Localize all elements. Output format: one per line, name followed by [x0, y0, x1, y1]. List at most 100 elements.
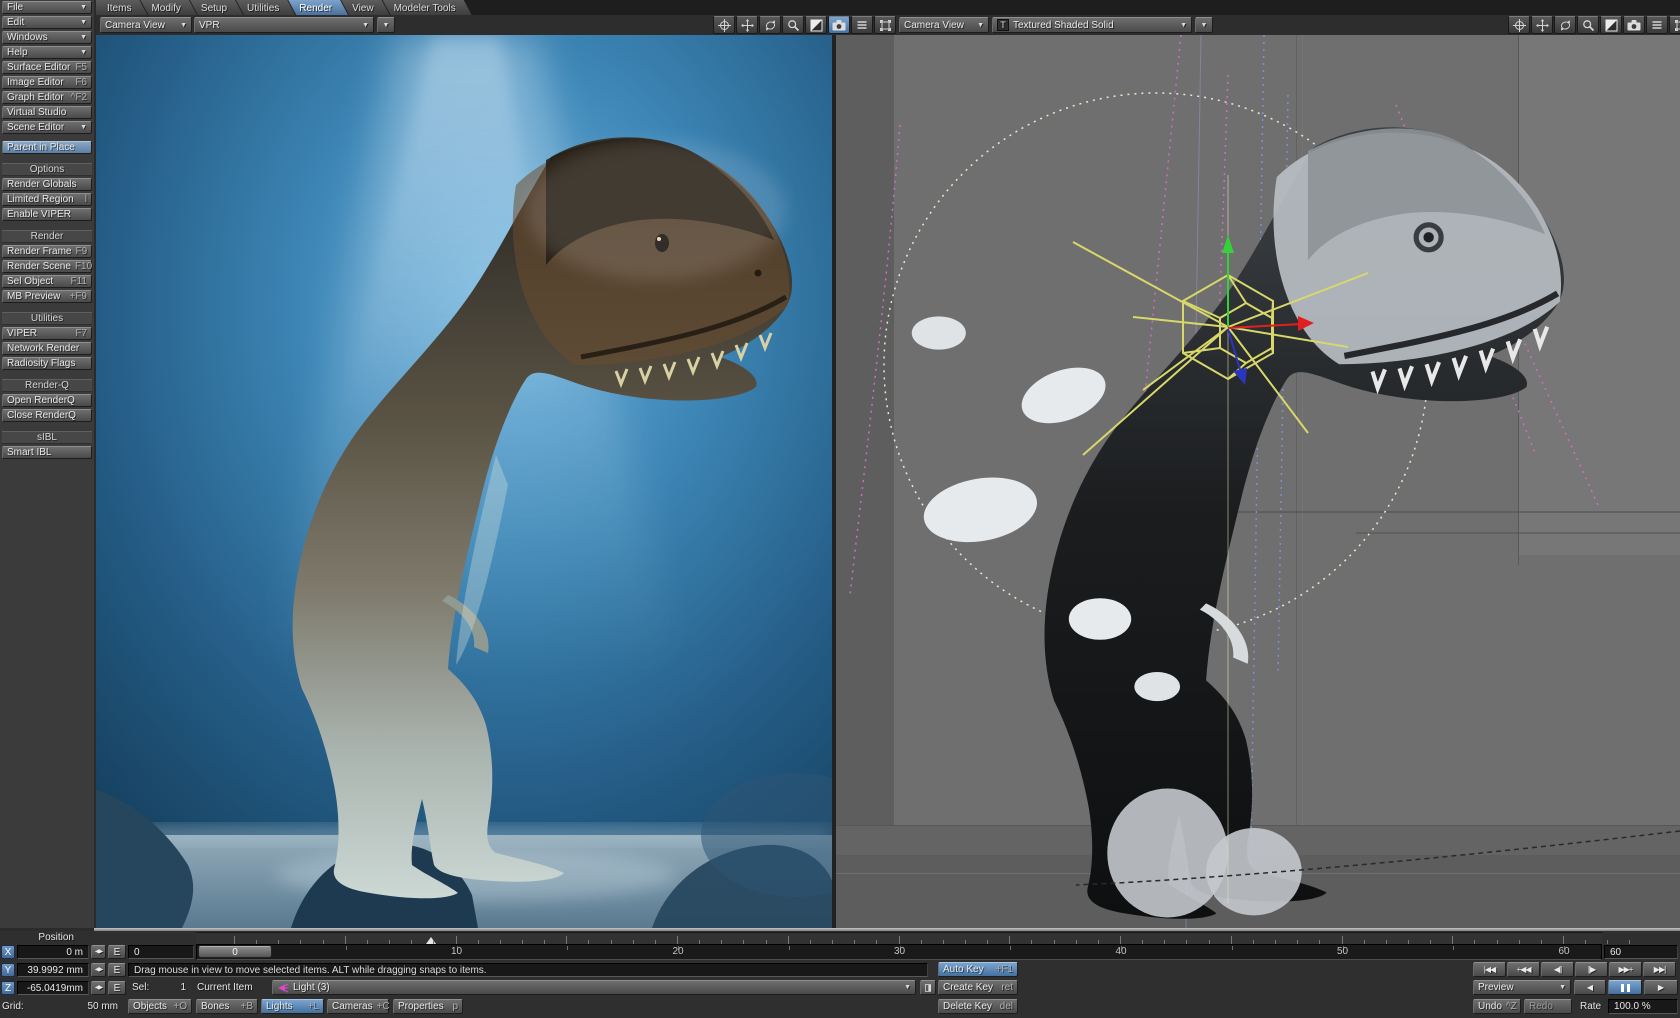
- x-axis-toggle[interactable]: X: [1, 945, 15, 959]
- create-key-button[interactable]: Create Key ret: [938, 980, 1018, 995]
- sidebar-item-scene-editor[interactable]: Scene Editor▼: [2, 121, 92, 134]
- zoom-icon[interactable]: [782, 16, 804, 34]
- sidebar-item-enable-viper[interactable]: Enable VIPER: [2, 208, 92, 221]
- center-icon[interactable]: [1508, 16, 1530, 34]
- item-list-button[interactable]: [920, 980, 936, 995]
- sidebar-item-image-editor[interactable]: Image EditorF6: [2, 76, 92, 89]
- z-spinner[interactable]: ◀▶: [91, 981, 106, 995]
- move-icon[interactable]: [736, 16, 758, 34]
- x-position-field[interactable]: 0 m: [17, 945, 89, 959]
- section-label-render: Render: [2, 230, 92, 243]
- item-button-properties[interactable]: Propertiesp: [393, 999, 463, 1014]
- rotate-icon[interactable]: [1554, 16, 1576, 34]
- camera-icon[interactable]: [1623, 16, 1645, 34]
- menu-windows[interactable]: Windows▼: [2, 31, 92, 44]
- item-button-cameras[interactable]: Cameras+C: [327, 999, 389, 1014]
- tab-view[interactable]: View: [341, 0, 390, 15]
- menu-file[interactable]: File▼: [2, 1, 92, 14]
- tab-modify[interactable]: Modify: [140, 0, 196, 15]
- center-icon[interactable]: [713, 16, 735, 34]
- y-axis-toggle[interactable]: Y: [1, 963, 15, 977]
- auto-key-button[interactable]: Auto Key +F1: [938, 962, 1018, 977]
- redo-button[interactable]: Redo: [1524, 999, 1572, 1014]
- slider-tick: [789, 946, 790, 950]
- maximize-icon[interactable]: [1600, 16, 1622, 34]
- play-backward-button[interactable]: ◀: [1574, 980, 1606, 995]
- sidebar-item-viper[interactable]: VIPERF7: [2, 327, 92, 340]
- go-first-button[interactable]: |◀◀: [1473, 962, 1506, 977]
- item-button-lights[interactable]: Lights+L: [261, 999, 324, 1014]
- item-button-objects[interactable]: Objects+O: [128, 999, 192, 1014]
- chevron-down-icon: ▼: [75, 17, 87, 28]
- section-label-render-q: Render-Q: [2, 379, 92, 392]
- undo-button[interactable]: Undo ^Z: [1473, 999, 1521, 1014]
- sidebar-item-radiosity-flags[interactable]: Radiosity Flags: [2, 357, 92, 370]
- z-envelope-button[interactable]: E: [108, 981, 126, 995]
- pause-button[interactable]: [1608, 980, 1642, 995]
- maximize-icon[interactable]: [805, 16, 827, 34]
- sidebar-item-render-frame[interactable]: Render FrameF9: [2, 245, 92, 258]
- right-view-type-dropdown[interactable]: Camera View ▼: [899, 17, 989, 33]
- sidebar-item-network-render[interactable]: Network Render: [2, 342, 92, 355]
- tab-render[interactable]: Render: [288, 0, 348, 15]
- tab-setup[interactable]: Setup: [190, 0, 243, 15]
- camera-icon[interactable]: [828, 16, 850, 34]
- bounds-icon[interactable]: [1669, 16, 1680, 34]
- x-spinner[interactable]: ◀▶: [91, 945, 106, 959]
- end-frame-field[interactable]: 60: [1604, 945, 1678, 959]
- sidebar-item-surface-editor[interactable]: Surface EditorF5: [2, 61, 92, 74]
- sidebar-item-graph-editor[interactable]: Graph Editor^F2: [2, 91, 92, 104]
- vpr-camera-viewport[interactable]: [96, 35, 832, 928]
- right-viewport-toolbar: [1508, 16, 1680, 34]
- rotate-icon[interactable]: [759, 16, 781, 34]
- sidebar-item-render-globals[interactable]: Render Globals: [2, 178, 92, 191]
- right-viewport-options-button[interactable]: ▼: [1195, 17, 1213, 33]
- sidebar-item-render-scene[interactable]: Render SceneF10: [2, 260, 92, 273]
- next-key-button[interactable]: ▶▶+: [1609, 962, 1642, 977]
- sidebar-item-smart-ibl[interactable]: Smart IBL: [2, 446, 92, 459]
- sidebar-item-limited-region[interactable]: Limited Regionl: [2, 193, 92, 206]
- sidebar-item-open-renderq[interactable]: Open RenderQ: [2, 394, 92, 407]
- go-last-button[interactable]: ▶▶|: [1643, 962, 1676, 977]
- bounds-icon[interactable]: [874, 16, 896, 34]
- tab-modeler-tools[interactable]: Modeler Tools: [383, 0, 472, 15]
- prev-key-button[interactable]: +◀◀: [1507, 962, 1540, 977]
- timeline-handle[interactable]: 0: [198, 946, 272, 958]
- left-render-mode-dropdown[interactable]: VPR ▼: [194, 17, 374, 33]
- step-back-button[interactable]: ◀||: [1541, 962, 1574, 977]
- left-view-type-dropdown[interactable]: Camera View ▼: [100, 17, 192, 33]
- step-forward-button[interactable]: ||▶: [1575, 962, 1608, 977]
- zoom-icon[interactable]: [1577, 16, 1599, 34]
- timeline-slider[interactable]: 0 102030405060: [196, 944, 1602, 960]
- delete-key-button[interactable]: Delete Key del: [938, 999, 1018, 1014]
- z-axis-toggle[interactable]: Z: [1, 981, 15, 995]
- sidebar-item-virtual-studio[interactable]: Virtual Studio: [2, 106, 92, 119]
- shaded-camera-viewport[interactable]: [836, 35, 1680, 928]
- y-spinner[interactable]: ◀▶: [91, 963, 106, 977]
- list-icon[interactable]: [1646, 16, 1668, 34]
- sidebar-item-close-renderq[interactable]: Close RenderQ: [2, 409, 92, 422]
- left-viewport-options-button[interactable]: ▼: [377, 17, 395, 33]
- y-position-field[interactable]: 39.9992 mm: [17, 963, 89, 977]
- right-render-mode-dropdown[interactable]: T Textured Shaded Solid ▼: [992, 17, 1192, 33]
- menu-help[interactable]: Help▼: [2, 46, 92, 59]
- x-envelope-button[interactable]: E: [108, 945, 126, 959]
- frame-field[interactable]: 0: [128, 945, 194, 959]
- rate-field[interactable]: 100.0 %: [1608, 999, 1678, 1014]
- current-item-dropdown[interactable]: Light (3) ▼: [272, 980, 916, 995]
- z-position-field[interactable]: -65.0419mm: [17, 981, 89, 995]
- tab-utilities[interactable]: Utilities: [236, 0, 295, 15]
- item-button-bones[interactable]: Bones+B: [196, 999, 258, 1014]
- menu-edit[interactable]: Edit▼: [2, 16, 92, 29]
- y-envelope-button[interactable]: E: [108, 963, 126, 977]
- sidebar-item-parent-in-place[interactable]: Parent in Place: [2, 141, 92, 154]
- tab-items[interactable]: Items: [96, 0, 147, 15]
- dope-track[interactable]: [196, 932, 1602, 944]
- play-forward-button[interactable]: ▶: [1644, 980, 1678, 995]
- sidebar-item-sel-object[interactable]: Sel ObjectF11: [2, 275, 92, 288]
- list-icon[interactable]: [851, 16, 873, 34]
- move-icon[interactable]: [1531, 16, 1553, 34]
- preview-dropdown[interactable]: Preview ▼: [1473, 980, 1571, 995]
- ruler-tick: [1009, 936, 1010, 944]
- sidebar-item-mb-preview[interactable]: MB Preview+F9: [2, 290, 92, 303]
